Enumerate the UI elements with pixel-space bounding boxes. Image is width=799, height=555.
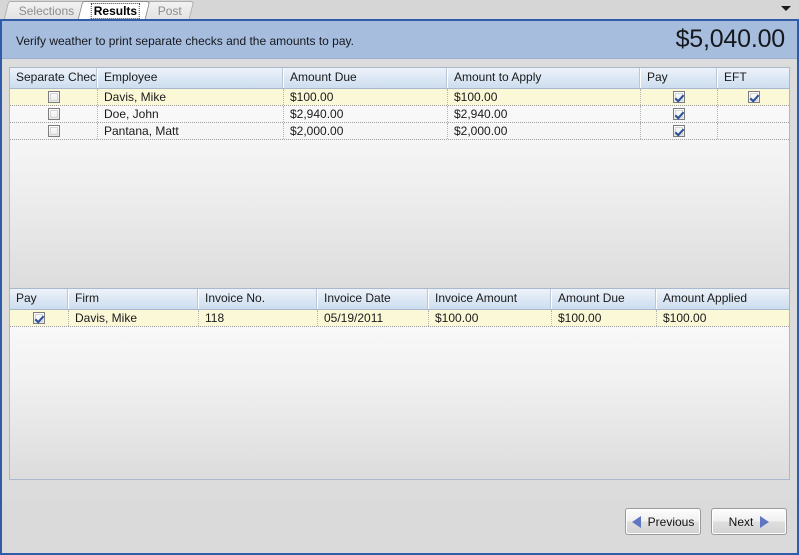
- tab-list: Selections Results Post: [3, 0, 194, 19]
- employee-cell-amount-to-apply: $2,000.00: [448, 123, 641, 139]
- employee-cell-employee: Pantana, Matt: [98, 123, 284, 139]
- invoice-grid-header: Pay Firm Invoice No. Invoice Date Invoice Am…: [10, 289, 789, 310]
- triangle-left-icon: [631, 515, 641, 528]
- checkbox-icon[interactable]: [47, 91, 60, 103]
- employee-cell-eft[interactable]: [718, 89, 789, 105]
- invoice-cell-invoice-no: 118: [199, 310, 318, 326]
- employee-cell-eft[interactable]: [718, 106, 789, 122]
- total-amount: $5,040.00: [675, 25, 786, 53]
- checkbox-icon[interactable]: [747, 91, 760, 103]
- checkbox-icon[interactable]: [673, 91, 685, 103]
- employee-cell-amount-due: $2,000.00: [284, 123, 448, 139]
- invoice-column-header[interactable]: Amount Applied: [657, 289, 789, 309]
- invoice-cell-amount-applied: $100.00: [663, 311, 707, 325]
- employee-row[interactable]: Pantana, Matt $2,000.00 $2,000.00: [10, 123, 789, 140]
- tab-strip: Selections Results Post: [0, 0, 799, 19]
- instruction-band: Verify weather to print separate checks …: [2, 21, 797, 59]
- checkbox-icon[interactable]: [673, 108, 685, 120]
- invoice-column-header[interactable]: Invoice Amount: [429, 289, 552, 309]
- employee-cell-separate-check[interactable]: [10, 123, 98, 139]
- employee-grid[interactable]: Separate Chec Employee Amount Due Amount to…: [9, 67, 790, 292]
- employee-column-header[interactable]: Pay: [641, 68, 718, 88]
- employee-cell-employee: Davis, Mike: [98, 89, 284, 105]
- invoice-column-header[interactable]: Pay: [10, 289, 69, 309]
- employee-row[interactable]: Davis, Mike $100.00 $100.00: [10, 89, 789, 106]
- tab-label: Selections: [18, 4, 75, 18]
- employee-grid-header: Separate Chec Employee Amount Due Amount to…: [10, 68, 789, 89]
- employee-cell-amount-to-apply: $100.00: [448, 89, 641, 105]
- tab-post[interactable]: Post: [142, 1, 194, 19]
- invoice-grid-body[interactable]: Davis, Mike 118 05/19/2011 $100.00 $100.00 $1…: [10, 310, 789, 327]
- employee-cell-amount-due: $100.00: [284, 89, 448, 105]
- tab-results[interactable]: Results: [78, 1, 151, 19]
- checkbox-icon[interactable]: [47, 108, 60, 120]
- chevron-down-icon[interactable]: [781, 6, 791, 11]
- triangle-right-icon: [760, 515, 770, 528]
- payment-wizard-window: Selections Results Post Verify weather to …: [0, 0, 799, 555]
- invoice-cell-firm: Davis, Mike: [69, 310, 199, 326]
- invoice-column-header[interactable]: Firm: [69, 289, 199, 309]
- wizard-footer: Previous Next: [2, 499, 797, 553]
- invoice-cell-pay[interactable]: [10, 310, 69, 326]
- employee-cell-pay[interactable]: [641, 89, 718, 105]
- wizard-content-frame: Verify weather to print separate checks …: [0, 19, 799, 555]
- employee-column-header[interactable]: EFT: [718, 68, 789, 88]
- invoice-row[interactable]: Davis, Mike 118 05/19/2011 $100.00 $100.00 $1…: [10, 310, 789, 327]
- employee-cell-pay[interactable]: [641, 106, 718, 122]
- checkbox-icon[interactable]: [673, 125, 685, 137]
- employee-cell-pay[interactable]: [641, 123, 718, 139]
- employee-row[interactable]: Doe, John $2,940.00 $2,940.00: [10, 106, 789, 123]
- invoice-cell-invoice-date: 05/19/2011: [318, 310, 429, 326]
- next-button[interactable]: Next: [711, 508, 787, 535]
- tab-selections[interactable]: Selections: [3, 1, 87, 19]
- instruction-text: Verify weather to print separate checks …: [16, 34, 354, 48]
- previous-button-label: Previous: [647, 514, 695, 529]
- invoice-grid[interactable]: Pay Firm Invoice No. Invoice Date Invoice Am…: [9, 288, 790, 480]
- checkbox-icon[interactable]: [47, 125, 60, 137]
- invoice-cell-invoice-amount: $100.00: [429, 310, 552, 326]
- invoice-column-header[interactable]: Invoice No.: [199, 289, 318, 309]
- checkbox-icon[interactable]: [33, 312, 45, 324]
- employee-cell-separate-check[interactable]: [10, 106, 98, 122]
- employee-cell-amount-due: $2,940.00: [284, 106, 448, 122]
- invoice-column-header[interactable]: Invoice Date: [318, 289, 429, 309]
- employee-column-header[interactable]: Employee: [98, 68, 284, 88]
- employee-cell-employee: Doe, John: [98, 106, 284, 122]
- invoice-cell-amount-due: $100.00: [552, 310, 657, 326]
- invoice-column-header[interactable]: Amount Due: [552, 289, 657, 309]
- employee-cell-amount-to-apply: $2,940.00: [448, 106, 641, 122]
- employee-column-header[interactable]: Amount Due: [284, 68, 448, 88]
- employee-cell-separate-check[interactable]: [10, 89, 98, 105]
- previous-button[interactable]: Previous: [625, 508, 701, 535]
- tab-label: Results: [91, 3, 141, 19]
- employee-cell-eft[interactable]: [718, 123, 789, 139]
- employee-grid-body[interactable]: Davis, Mike $100.00 $100.00 Doe, John $2,940…: [10, 89, 789, 140]
- employee-column-header[interactable]: Amount to Apply: [448, 68, 641, 88]
- tab-label: Post: [157, 4, 182, 18]
- employee-column-header[interactable]: Separate Chec: [10, 68, 98, 88]
- next-button-label: Next: [728, 514, 754, 529]
